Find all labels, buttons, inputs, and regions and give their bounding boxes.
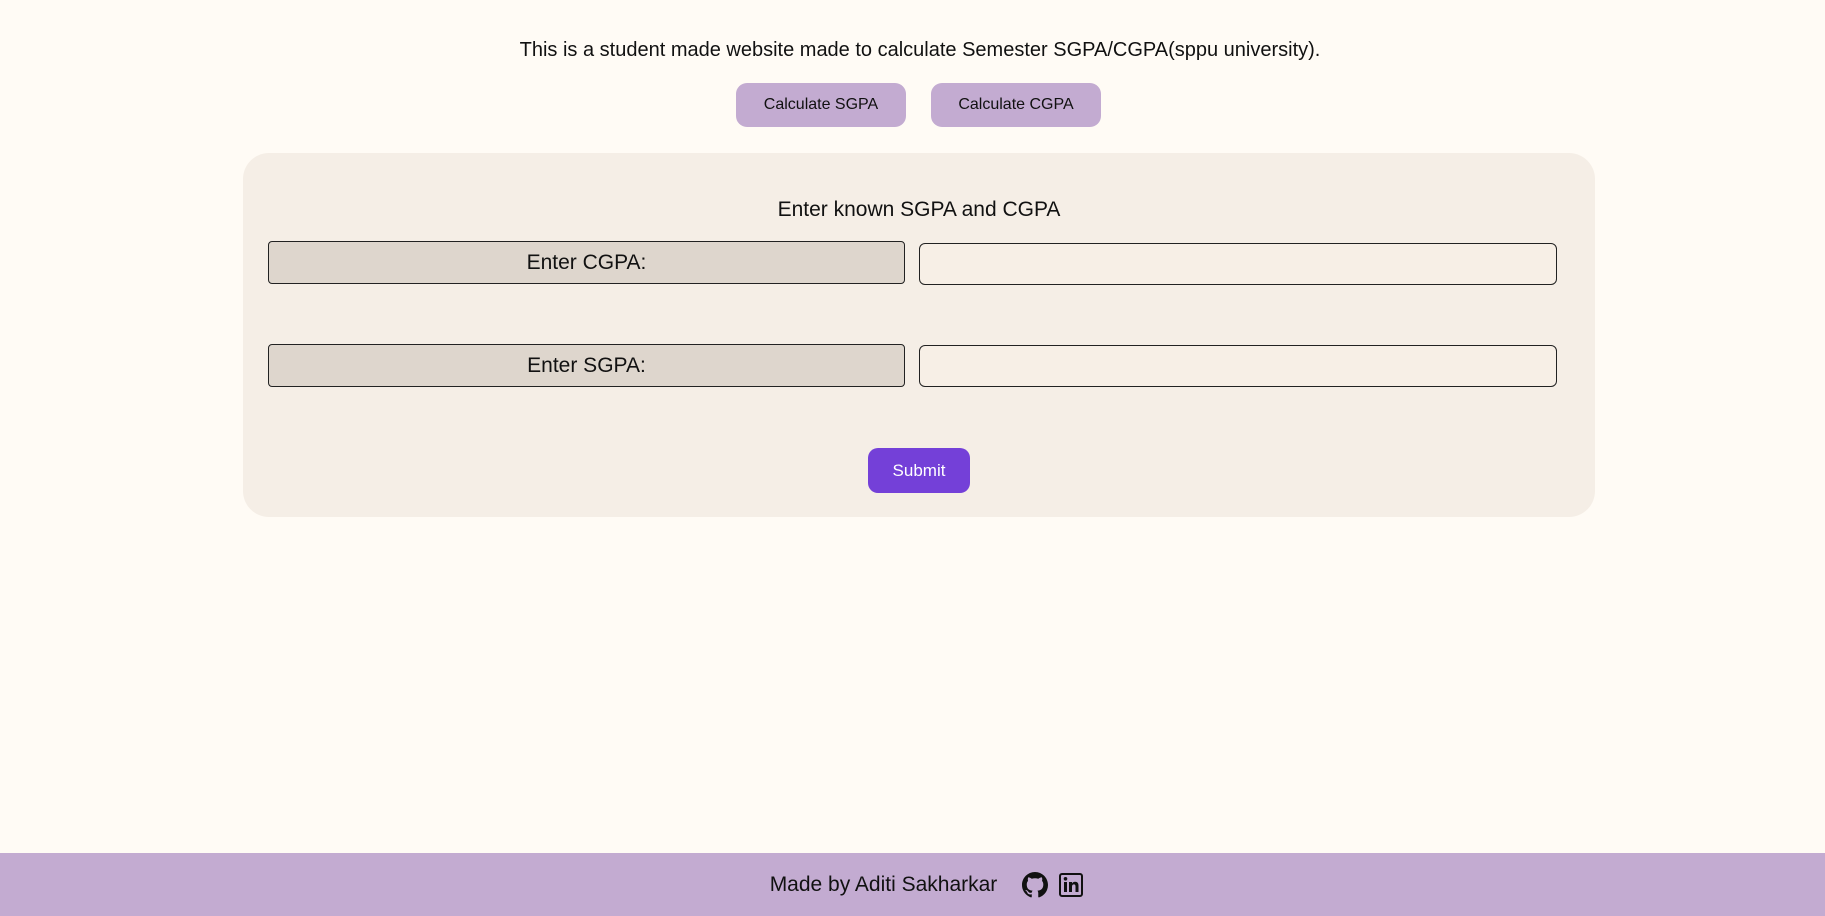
calculator-panel: Enter known SGPA and CGPA Enter CGPA: En… [243, 153, 1595, 517]
footer-content: Made by Aditi Sakharkar [770, 871, 1086, 899]
footer-credit: Made by Aditi Sakharkar [769, 872, 998, 896]
page: This is a student made website made to c… [0, 0, 1825, 916]
sgpa-input[interactable] [919, 345, 1557, 387]
linkedin-icon[interactable] [1057, 871, 1085, 899]
calculate-cgpa-button[interactable]: Calculate CGPA [931, 83, 1101, 127]
cgpa-input[interactable] [919, 243, 1557, 285]
intro-text: This is a student made website made to c… [519, 39, 1321, 61]
calculate-sgpa-button[interactable]: Calculate SGPA [736, 83, 906, 127]
cgpa-label: Enter CGPA: [268, 241, 905, 284]
github-icon[interactable] [1021, 871, 1049, 899]
mode-button-group: Calculate SGPA Calculate CGPA [736, 83, 1101, 127]
submit-button[interactable]: Submit [868, 448, 970, 493]
sgpa-label: Enter SGPA: [268, 344, 905, 387]
panel-title: Enter known SGPA and CGPA [777, 198, 1061, 221]
footer: Made by Aditi Sakharkar [0, 853, 1825, 916]
